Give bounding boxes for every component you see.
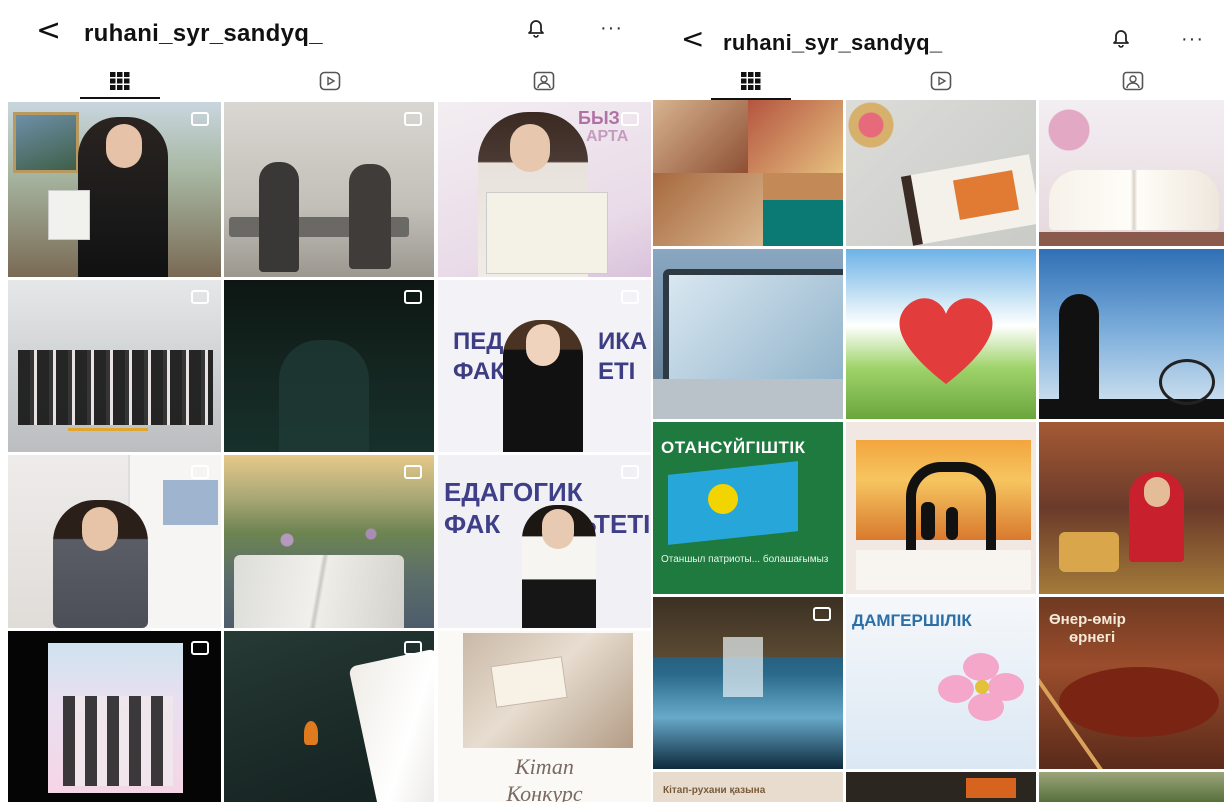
reel-icon — [404, 290, 422, 304]
poster-title: өрнегі — [1069, 629, 1116, 646]
poster-title: ОТАНСҮЙГІШТІК — [661, 438, 806, 457]
post-tile[interactable]: Өнер-өмір өрнегі — [1039, 597, 1224, 769]
tile-caption: Кітап — [515, 754, 574, 779]
reel-icon — [191, 290, 209, 304]
reel-icon — [404, 112, 422, 126]
reel-icon — [404, 641, 422, 655]
post-tile[interactable] — [1039, 249, 1224, 419]
profile-header: < ruhani_syr_sandyq_ ··· — [0, 0, 651, 62]
grid-icon — [110, 72, 130, 90]
tab-grid[interactable] — [711, 62, 791, 100]
post-tile[interactable] — [8, 455, 221, 628]
reel-icon — [404, 465, 422, 479]
post-tile[interactable]: Кітап Конкурс — [438, 631, 651, 802]
tagged-icon — [533, 71, 555, 91]
tab-tagged[interactable] — [504, 62, 584, 100]
active-tab-indicator — [80, 97, 160, 99]
post-tile[interactable] — [653, 100, 843, 246]
reel-icon — [191, 641, 209, 655]
post-tile[interactable] — [8, 631, 221, 802]
post-tile[interactable]: ПЕД ИКА ФАК ЕТІ — [438, 280, 651, 452]
poster-text: ФАК — [453, 358, 505, 385]
post-tile[interactable] — [1039, 100, 1224, 246]
bell-icon[interactable] — [1111, 28, 1131, 48]
post-tile[interactable]: БЫЗ АРТА — [438, 102, 651, 277]
post-tile[interactable] — [1039, 772, 1224, 802]
post-tile[interactable] — [224, 280, 434, 452]
reels-icon — [930, 71, 952, 91]
post-tile[interactable] — [846, 422, 1036, 594]
reel-icon — [191, 465, 209, 479]
poster-text: ЕДАГОГИК — [444, 477, 583, 507]
tab-grid[interactable] — [80, 62, 160, 100]
post-tile[interactable] — [846, 100, 1036, 246]
profile-username: ruhani_syr_sandyq_ — [84, 20, 323, 47]
post-tile[interactable] — [846, 249, 1036, 419]
post-tile[interactable] — [653, 597, 843, 769]
post-grid: ОТАНСҮЙГІШТІК Отаншыл патриоты... болаша… — [653, 100, 1224, 802]
reel-icon — [621, 112, 639, 126]
post-grid: БЫЗ АРТА ПЕД ИКА ФАК ЕТІ ЕДАГОГИК ФАК ЬТ… — [8, 102, 651, 802]
tagged-icon — [1122, 71, 1144, 91]
poster-text: АРТА — [586, 128, 629, 145]
tab-tagged[interactable] — [1093, 62, 1173, 100]
poster-title: ДАМГЕРШІЛІК — [852, 611, 972, 630]
post-tile[interactable] — [8, 102, 221, 277]
post-tile[interactable]: ЕДАГОГИК ФАК ЬТЕТІ — [438, 455, 651, 628]
post-tile[interactable]: ОТАНСҮЙГІШТІК Отаншыл патриоты... болаша… — [653, 422, 843, 594]
reel-icon — [621, 290, 639, 304]
post-tile[interactable] — [846, 772, 1036, 802]
profile-username: ruhani_syr_sandyq_ — [723, 30, 943, 55]
grid-icon — [741, 72, 761, 90]
poster-text: ИКА — [598, 328, 648, 355]
poster-body: Кітап-рухани қазына — [663, 785, 766, 796]
heart-image — [899, 298, 993, 384]
poster-title: Өнер-өмір — [1049, 611, 1126, 628]
poster-text: БЫЗ — [578, 108, 620, 128]
bell-icon[interactable] — [526, 18, 546, 38]
post-tile[interactable]: Кітап-рухани қазына — [653, 772, 843, 802]
tab-reels[interactable] — [290, 62, 370, 100]
back-icon[interactable]: < — [36, 16, 61, 46]
more-icon[interactable]: ··· — [1181, 28, 1204, 51]
poster-text: ЕТІ — [598, 358, 636, 385]
poster-text: ПЕД — [453, 328, 504, 355]
post-tile[interactable] — [8, 280, 221, 452]
back-icon[interactable]: < — [681, 24, 704, 54]
profile-header: < ruhani_syr_sandyq_ ··· — [651, 0, 1224, 62]
post-tile[interactable] — [653, 249, 843, 419]
post-tile[interactable]: ДАМГЕРШІЛІК — [846, 597, 1036, 769]
profile-tabs — [0, 62, 651, 100]
left-profile-screen: < ruhani_syr_sandyq_ ··· БЫЗ АРТА ПЕД ИК… — [0, 0, 651, 802]
poster-body: Отаншыл патриоты... болашағымыз — [661, 554, 829, 565]
reel-icon — [621, 465, 639, 479]
tab-reels[interactable] — [901, 62, 981, 100]
post-tile[interactable] — [224, 455, 434, 628]
flower-image — [938, 653, 1024, 721]
reel-icon — [191, 112, 209, 126]
tile-caption: Конкурс — [506, 781, 583, 802]
post-tile[interactable] — [224, 631, 434, 802]
reels-icon — [319, 71, 341, 91]
post-tile[interactable] — [224, 102, 434, 277]
right-profile-screen: < ruhani_syr_sandyq_ ··· ОТАНСҮЙГІШТІК О… — [651, 0, 1224, 802]
more-icon[interactable]: ··· — [600, 17, 623, 40]
post-tile[interactable] — [1039, 422, 1224, 594]
poster-text: ФАК — [444, 509, 501, 539]
profile-tabs — [651, 62, 1224, 100]
reel-icon — [813, 607, 831, 621]
